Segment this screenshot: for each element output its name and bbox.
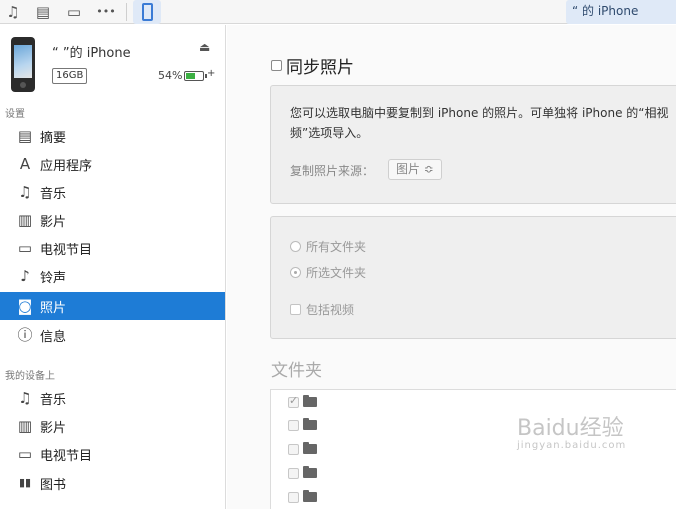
sidebar-item-label: 音乐: [40, 392, 67, 408]
radio[interactable]: [290, 241, 301, 252]
main-content: 同步照片 您可以选取电脑中要复制到 iPhone 的照片。可单独将 iPhone…: [227, 25, 676, 509]
sidebar: “ ”的 iPhone ⏏ 16GB 54% + 设置 ▤ 摘要 A 应用程序 …: [0, 25, 226, 509]
sidebar-item-tones[interactable]: ♪ 铃声: [0, 262, 225, 290]
watermark-url: jingyan.baidu.com: [517, 440, 627, 451]
sidebar-item-device-movies[interactable]: ▥ 影片: [0, 412, 225, 440]
window-title: “ 的 iPhone: [566, 0, 676, 24]
device-name: “ ”的 iPhone: [52, 46, 131, 61]
checkbox[interactable]: [271, 60, 282, 71]
sidebar-item-label: 摘要: [40, 130, 67, 146]
folder-row[interactable]: [288, 416, 317, 434]
sidebar-item-label: 图书: [40, 477, 67, 493]
sidebar-item-photos[interactable]: ◙ 照片: [0, 292, 225, 320]
watermark: Baidu经验 jingyan.baidu.com: [517, 410, 676, 500]
tv-shows-icon: ▭: [17, 239, 33, 257]
folder-row[interactable]: [288, 488, 317, 506]
books-icon: ▮▮: [18, 476, 32, 489]
all-folders-option[interactable]: 所有文件夹: [290, 238, 366, 255]
sidebar-item-music[interactable]: ♫ 音乐: [0, 178, 225, 206]
sidebar-item-label: 影片: [40, 420, 67, 436]
charging-icon: +: [207, 68, 216, 79]
battery-icon: [184, 71, 207, 81]
folders-title: 文件夹: [271, 361, 322, 381]
info-icon: ⓘ: [17, 326, 33, 344]
sidebar-item-label: 信息: [40, 329, 67, 345]
watermark-text: Baidu经验: [517, 416, 624, 441]
more-icon[interactable]: •••: [94, 2, 118, 22]
tv-icon[interactable]: ▭: [64, 2, 84, 22]
film-icon[interactable]: ▤: [34, 2, 52, 22]
folder-icon: [303, 490, 317, 502]
checkbox[interactable]: [288, 467, 299, 479]
selected-folders-option[interactable]: 所选文件夹: [290, 264, 366, 281]
music-icon: ♫: [18, 389, 32, 407]
sidebar-item-device-tv-shows[interactable]: ▭ 电视节目: [0, 440, 225, 468]
sidebar-item-device-music[interactable]: ♫ 音乐: [0, 384, 225, 412]
checkbox-checked[interactable]: [288, 394, 299, 408]
toolbar-divider: [126, 3, 127, 21]
sync-photos-label: 同步照片: [286, 58, 354, 78]
movies-icon: ▥: [17, 211, 33, 229]
sidebar-item-label: 应用程序: [40, 158, 93, 174]
summary-icon: ▤: [17, 127, 33, 145]
sidebar-item-label: 影片: [40, 214, 67, 230]
music-icon: ♫: [18, 183, 32, 201]
tv-shows-icon: ▭: [17, 445, 33, 463]
folder-row[interactable]: [288, 440, 317, 458]
folder-icon: [303, 418, 317, 430]
sidebar-item-label: 电视节目: [40, 448, 93, 464]
folder-row[interactable]: [288, 393, 317, 411]
checkbox[interactable]: [288, 419, 299, 431]
folder-icon: [303, 395, 317, 407]
device-button[interactable]: [133, 0, 161, 24]
eject-icon[interactable]: ⏏: [199, 40, 210, 54]
description-text: 您可以选取电脑中要复制到 iPhone 的照片。可单独将 iPhone 的“相视…: [290, 106, 669, 140]
checkbox[interactable]: [288, 491, 299, 503]
iphone-icon: [142, 3, 153, 21]
sidebar-item-label: 音乐: [40, 186, 67, 202]
iphone-image: [11, 37, 35, 92]
battery-percent: 54%: [158, 69, 183, 82]
source-label: 复制照片来源：: [290, 164, 375, 178]
settings-section-label: 设置: [5, 109, 25, 120]
toolbar: ♫ ▤ ▭ ••• “ 的 iPhone: [0, 0, 676, 24]
movies-icon: ▥: [17, 417, 33, 435]
on-device-section-label: 我的设备上: [5, 371, 55, 382]
sidebar-item-label: 电视节目: [40, 242, 93, 258]
sync-photos-checkbox[interactable]: 同步照片: [271, 53, 354, 78]
sidebar-item-movies[interactable]: ▥ 影片: [0, 206, 225, 234]
folder-icon: [303, 466, 317, 478]
all-folders-label: 所有文件夹: [306, 240, 367, 254]
folder-options-panel: 所有文件夹 所选文件夹 包括视频: [270, 216, 676, 339]
capacity-badge: 16GB: [52, 68, 88, 84]
folder-row[interactable]: [288, 464, 317, 482]
sidebar-item-device-books[interactable]: ▮▮ 图书: [0, 469, 225, 497]
sidebar-item-label: 铃声: [40, 270, 67, 286]
sidebar-item-label: 照片: [40, 300, 67, 316]
bell-icon: ♪: [20, 267, 30, 285]
checkbox[interactable]: [290, 304, 301, 315]
sidebar-item-info[interactable]: ⓘ 信息: [0, 321, 225, 349]
source-select[interactable]: 图片 ≎: [388, 159, 442, 180]
apps-icon: A: [19, 155, 31, 173]
include-videos-option[interactable]: 包括视频: [290, 301, 354, 318]
radio-selected[interactable]: [290, 267, 301, 278]
photo-source-panel: 您可以选取电脑中要复制到 iPhone 的照片。可单独将 iPhone 的“相视…: [270, 85, 676, 204]
include-videos-label: 包括视频: [306, 303, 355, 317]
camera-icon: ◙: [17, 297, 33, 315]
sidebar-item-tv-shows[interactable]: ▭ 电视节目: [0, 234, 225, 262]
sidebar-item-summary[interactable]: ▤ 摘要: [0, 122, 225, 150]
folder-icon: [303, 442, 317, 454]
music-note-icon[interactable]: ♫: [4, 2, 22, 22]
checkbox[interactable]: [288, 443, 299, 455]
selected-folders-label: 所选文件夹: [306, 266, 367, 280]
sidebar-item-apps[interactable]: A 应用程序: [0, 150, 225, 178]
